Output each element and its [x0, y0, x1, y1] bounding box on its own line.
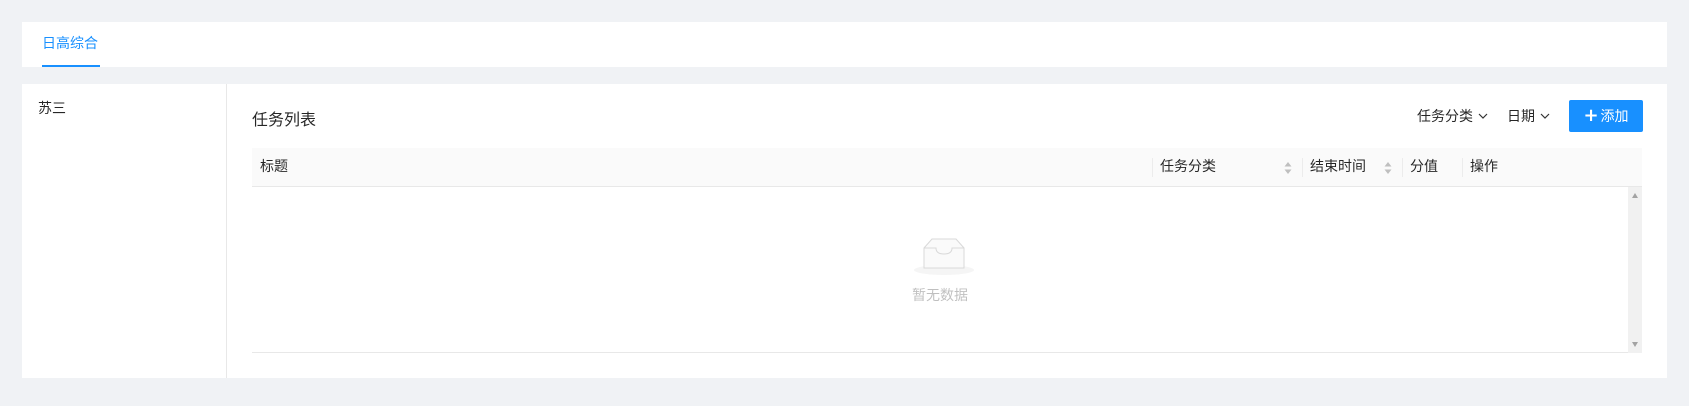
column-header-category[interactable]: 任务分类 [1152, 148, 1302, 187]
column-header-label: 任务分类 [1160, 159, 1216, 175]
column-header-label: 结束时间 [1310, 159, 1366, 175]
column-header-end-time[interactable]: 结束时间 [1302, 148, 1402, 187]
active-tab-indicator [42, 65, 100, 67]
category-filter-label: 任务分类 [1417, 109, 1473, 125]
tabs-bar: 日高综合 [22, 22, 1667, 67]
task-list-toolbar: 任务分类 日期 + 添加 [1417, 100, 1643, 132]
task-list-title: 任务列表 [252, 110, 317, 129]
table-scrollbar[interactable] [1628, 187, 1642, 353]
date-filter-dropdown[interactable]: 日期 [1507, 106, 1551, 126]
column-header-title: 标题 [252, 148, 1152, 187]
scroll-down-icon[interactable] [1632, 342, 1638, 347]
table-header: 标题 任务分类 结束时间 分值 操作 [252, 148, 1642, 187]
plus-icon: + [1583, 105, 1599, 126]
user-list-panel: 苏三 [22, 84, 227, 378]
column-header-label: 操作 [1470, 159, 1498, 175]
empty-state-text: 暂无数据 [912, 288, 968, 304]
column-header-label: 标题 [260, 159, 288, 175]
sort-icon[interactable] [1284, 161, 1292, 175]
column-header-label: 分值 [1410, 159, 1438, 175]
chevron-down-icon [1540, 113, 1550, 119]
scroll-up-icon[interactable] [1632, 193, 1638, 198]
add-task-button[interactable]: + 添加 [1569, 100, 1643, 132]
task-list-section: 任务列表 任务分类 日期 + 添加 标题 任务分类 结束时间 分值 操作 暂无数… [228, 84, 1667, 378]
table-body: 暂无数据 [252, 187, 1642, 353]
sort-icon[interactable] [1384, 161, 1392, 175]
main-card: 苏三 任务列表 任务分类 日期 + 添加 标题 任务分类 结束时间 分值 操作 … [22, 84, 1667, 378]
task-table: 标题 任务分类 结束时间 分值 操作 暂无数据 [252, 148, 1642, 353]
add-button-label: 添加 [1600, 109, 1629, 125]
category-filter-dropdown[interactable]: 任务分类 [1417, 106, 1489, 126]
chevron-down-icon [1478, 113, 1488, 119]
tab-rigao-zonghe[interactable]: 日高综合 [42, 22, 100, 67]
user-item[interactable]: 苏三 [38, 98, 66, 118]
empty-state: 暂无数据 [252, 187, 1628, 353]
column-header-actions: 操作 [1462, 148, 1642, 187]
empty-inbox-icon [914, 238, 974, 275]
date-filter-label: 日期 [1507, 109, 1535, 125]
column-header-score: 分值 [1402, 148, 1462, 187]
